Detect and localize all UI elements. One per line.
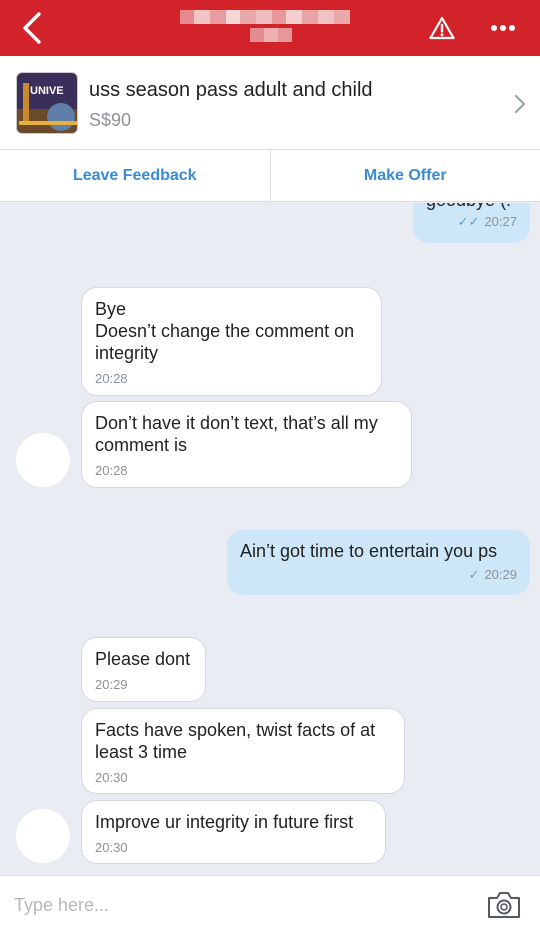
redacted-user-name <box>180 10 350 42</box>
camera-icon[interactable] <box>486 890 522 920</box>
message-bubble-incoming: Bye Doesn’t change the comment on integr… <box>81 287 382 396</box>
message-bubble-incoming: Don’t have it don’t text, that’s all my … <box>81 401 412 488</box>
leave-feedback-button[interactable]: Leave Feedback <box>0 150 270 201</box>
more-dots-icon <box>491 25 515 31</box>
report-button[interactable] <box>424 10 460 46</box>
message-bubble-incoming: Please dont 20:29 <box>81 637 206 702</box>
make-offer-button[interactable]: Make Offer <box>269 150 540 201</box>
message-time: 20:28 <box>95 463 128 478</box>
message-bubble-incoming: Facts have spoken, twist facts of at lea… <box>81 708 405 794</box>
message-time: 20:30 <box>95 840 128 855</box>
message-text: Ain’t got time to entertain you ps <box>240 541 498 561</box>
logo-text: UNIVE <box>30 85 64 97</box>
listing-price: S$90 <box>89 110 132 130</box>
avatar[interactable] <box>16 809 70 863</box>
message-text: Facts have spoken, twist facts of at lea… <box>95 720 376 762</box>
top-bar <box>0 0 540 56</box>
message-time: 20:30 <box>95 770 128 785</box>
message-text: Bye Doesn’t change the comment on integr… <box>95 299 355 363</box>
message-time: 20:28 <box>95 371 128 386</box>
message-text: goodbye (: <box>426 203 517 211</box>
message-bubble-outgoing: goodbye (: ✓✓ 20:27 <box>413 203 530 243</box>
chevron-right-icon[interactable] <box>510 92 530 116</box>
warning-triangle-icon <box>429 16 455 40</box>
action-bar: Leave Feedback Make Offer <box>0 150 540 202</box>
message-time: 20:29 <box>484 567 517 582</box>
check-icon: ✓ <box>468 567 480 582</box>
message-time: 20:29 <box>95 677 128 692</box>
message-input[interactable] <box>14 890 464 920</box>
back-button[interactable] <box>12 8 52 48</box>
more-options-button[interactable] <box>482 10 524 46</box>
double-check-icon: ✓✓ <box>457 214 480 229</box>
chevron-left-icon <box>23 12 41 44</box>
message-time: 20:27 <box>484 214 517 229</box>
message-bubble-outgoing: Ain’t got time to entertain you ps ✓ 20:2… <box>227 530 530 595</box>
message-bubble-incoming: Improve ur integrity in future first 20:… <box>81 800 386 864</box>
message-text: Please dont <box>95 649 191 669</box>
chat-thread[interactable]: goodbye (: ✓✓ 20:27 Bye Doesn’t change th… <box>0 203 540 875</box>
message-text: Improve ur integrity in future first <box>95 812 354 832</box>
message-text: Don’t have it don’t text, that’s all my … <box>95 413 378 455</box>
compose-bar <box>0 875 540 933</box>
listing-summary[interactable]: UNIVE uss season pass adult and child S$… <box>0 56 540 150</box>
listing-title: uss season pass adult and child <box>89 79 373 101</box>
listing-thumbnail: UNIVE <box>16 72 78 134</box>
avatar[interactable] <box>16 433 70 487</box>
